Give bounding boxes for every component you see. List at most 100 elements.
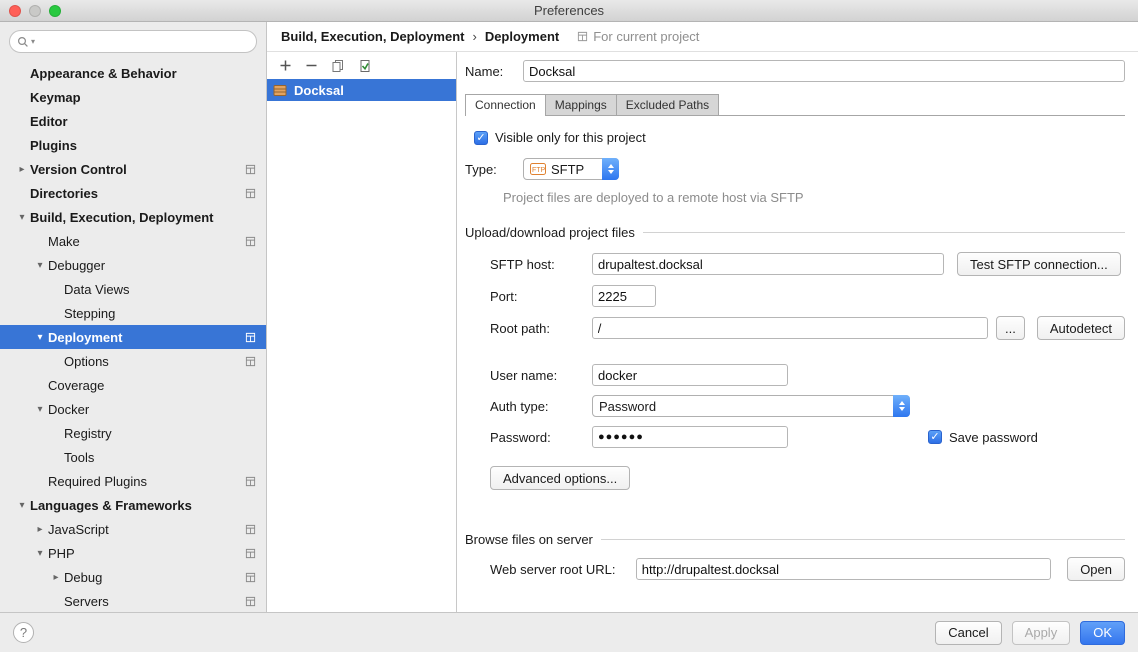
sidebar-item-docker[interactable]: ▾Docker xyxy=(0,397,266,421)
test-sftp-connection-button[interactable]: Test SFTP connection... xyxy=(957,252,1121,276)
settings-sidebar: ▾ Appearance & Behavior Keymap Editor Pl… xyxy=(0,22,267,612)
port-input[interactable] xyxy=(592,285,656,307)
chevron-right-icon[interactable]: ▸ xyxy=(32,524,48,535)
chevron-right-icon[interactable]: ▸ xyxy=(14,164,30,175)
project-settings-icon xyxy=(245,356,256,367)
visible-only-checkbox[interactable]: ✓ xyxy=(474,131,488,145)
breadcrumb-separator: › xyxy=(472,29,476,44)
name-input[interactable] xyxy=(523,60,1125,82)
sftp-host-input[interactable] xyxy=(592,253,944,275)
sidebar-item-directories[interactable]: Directories xyxy=(0,181,266,205)
tab-connection[interactable]: Connection xyxy=(465,94,546,116)
project-settings-icon xyxy=(245,236,256,247)
project-settings-icon xyxy=(245,596,256,607)
sidebar-item-required-plugins[interactable]: Required Plugins xyxy=(0,469,266,493)
sidebar-item-coverage[interactable]: Coverage xyxy=(0,373,266,397)
dropdown-arrows-icon xyxy=(602,158,619,180)
autodetect-button[interactable]: Autodetect xyxy=(1037,316,1125,340)
sidebar-item-deployment[interactable]: ▾Deployment xyxy=(0,325,266,349)
user-name-input[interactable] xyxy=(592,364,788,386)
remove-server-button[interactable] xyxy=(305,59,318,72)
server-list-panel: Docksal xyxy=(267,52,457,612)
use-as-default-button[interactable] xyxy=(358,59,372,73)
sidebar-item-make[interactable]: Make xyxy=(0,229,266,253)
chevron-down-icon[interactable]: ▾ xyxy=(14,500,30,511)
section-divider xyxy=(643,232,1125,233)
project-settings-icon xyxy=(245,188,256,199)
sidebar-item-stepping[interactable]: Stepping xyxy=(0,301,266,325)
password-input[interactable] xyxy=(592,426,788,448)
search-input[interactable] xyxy=(37,35,249,49)
tab-strip: Connection Mappings Excluded Paths xyxy=(465,94,1125,116)
tab-excluded-paths[interactable]: Excluded Paths xyxy=(616,94,719,115)
project-settings-icon xyxy=(245,524,256,535)
preferences-window: Preferences ▾ Appearance & Behavior Keym… xyxy=(0,0,1138,652)
search-scope-chevron-icon[interactable]: ▾ xyxy=(31,37,35,46)
copy-icon xyxy=(331,59,345,73)
visible-only-label: Visible only for this project xyxy=(495,130,646,145)
root-path-input[interactable] xyxy=(592,317,988,339)
minimize-window-button xyxy=(29,5,41,17)
add-server-button[interactable] xyxy=(279,59,292,72)
tab-mappings[interactable]: Mappings xyxy=(545,94,617,115)
sidebar-item-version-control[interactable]: ▸Version Control xyxy=(0,157,266,181)
zoom-window-button[interactable] xyxy=(49,5,61,17)
web-root-input[interactable] xyxy=(636,558,1051,580)
chevron-down-icon[interactable]: ▾ xyxy=(32,404,48,415)
type-select[interactable]: FTP SFTP xyxy=(523,158,619,180)
chevron-right-icon[interactable]: ▸ xyxy=(48,572,64,583)
auth-type-value: Password xyxy=(599,399,656,414)
search-field[interactable]: ▾ xyxy=(9,30,257,53)
save-password-checkbox[interactable]: ✓ xyxy=(928,430,942,444)
sidebar-item-data-views[interactable]: Data Views xyxy=(0,277,266,301)
deployment-server-icon xyxy=(273,84,288,97)
breadcrumb-parent[interactable]: Build, Execution, Deployment xyxy=(281,29,464,44)
close-window-button[interactable] xyxy=(9,5,21,17)
sidebar-item-editor[interactable]: Editor xyxy=(0,109,266,133)
sidebar-item-build-execution-deployment[interactable]: ▾Build, Execution, Deployment xyxy=(0,205,266,229)
project-settings-icon xyxy=(245,332,256,343)
sidebar-item-servers[interactable]: Servers xyxy=(0,589,266,612)
browse-root-path-button[interactable]: ... xyxy=(996,316,1025,340)
minus-icon xyxy=(305,59,318,72)
sidebar-item-tools[interactable]: Tools xyxy=(0,445,266,469)
section-divider xyxy=(601,539,1125,540)
project-settings-icon xyxy=(245,476,256,487)
help-button[interactable]: ? xyxy=(13,622,34,643)
for-current-project-label: For current project xyxy=(577,29,699,44)
advanced-options-button[interactable]: Advanced options... xyxy=(490,466,630,490)
cancel-button[interactable]: Cancel xyxy=(935,621,1001,645)
type-label: Type: xyxy=(465,162,523,177)
sidebar-item-javascript[interactable]: ▸JavaScript xyxy=(0,517,266,541)
upload-section-header: Upload/download project files xyxy=(465,225,1125,240)
chevron-down-icon[interactable]: ▾ xyxy=(14,212,30,223)
copy-server-button[interactable] xyxy=(331,59,345,73)
sidebar-item-registry[interactable]: Registry xyxy=(0,421,266,445)
plus-icon xyxy=(279,59,292,72)
save-password-label: Save password xyxy=(949,430,1038,445)
chevron-down-icon[interactable]: ▾ xyxy=(32,332,48,343)
sidebar-item-appearance-behavior[interactable]: Appearance & Behavior xyxy=(0,61,266,85)
sftp-icon: FTP xyxy=(530,163,546,175)
sidebar-item-keymap[interactable]: Keymap xyxy=(0,85,266,109)
chevron-down-icon[interactable]: ▾ xyxy=(32,260,48,271)
apply-button: Apply xyxy=(1012,621,1071,645)
sidebar-item-languages-frameworks[interactable]: ▾Languages & Frameworks xyxy=(0,493,266,517)
port-label: Port: xyxy=(490,289,592,304)
sidebar-item-debugger[interactable]: ▾Debugger xyxy=(0,253,266,277)
use-as-default-icon xyxy=(358,59,372,73)
breadcrumb: Build, Execution, Deployment › Deploymen… xyxy=(267,22,1138,52)
open-button[interactable]: Open xyxy=(1067,557,1125,581)
type-value: SFTP xyxy=(551,162,584,177)
type-hint: Project files are deployed to a remote h… xyxy=(503,190,1125,205)
sidebar-item-debug[interactable]: ▸Debug xyxy=(0,565,266,589)
deployment-form: Name: Connection Mappings Excluded Paths… xyxy=(457,52,1138,612)
sidebar-item-php[interactable]: ▾PHP xyxy=(0,541,266,565)
auth-type-label: Auth type: xyxy=(490,399,592,414)
sidebar-item-plugins[interactable]: Plugins xyxy=(0,133,266,157)
sidebar-item-options[interactable]: Options xyxy=(0,349,266,373)
ok-button[interactable]: OK xyxy=(1080,621,1125,645)
server-list-item[interactable]: Docksal xyxy=(267,79,456,101)
auth-type-select[interactable]: Password xyxy=(592,395,910,417)
chevron-down-icon[interactable]: ▾ xyxy=(32,548,48,559)
